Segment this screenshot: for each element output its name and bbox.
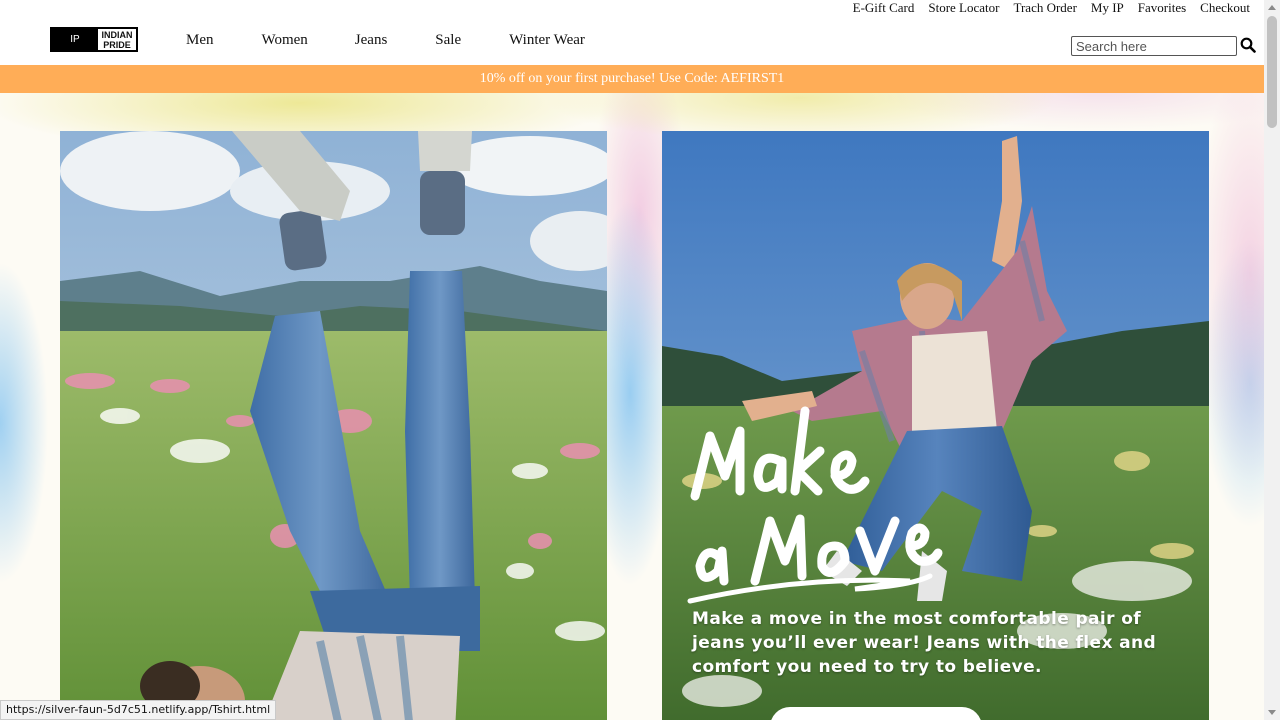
- scroll-thumb[interactable]: [1267, 16, 1277, 128]
- scroll-up-arrow-icon[interactable]: [1268, 5, 1276, 10]
- shop-now-button[interactable]: [770, 707, 982, 720]
- main-header: IP INDIAN PRIDE Men Women Jeans Sale Win…: [0, 18, 1264, 65]
- nav-item-sale[interactable]: Sale: [435, 32, 461, 49]
- nav-item-winter-wear[interactable]: Winter Wear: [509, 32, 585, 49]
- hero-promo-copy: Make a move in the most comfortable pair…: [692, 609, 1157, 677]
- status-bar-url: https://silver-faun-5d7c51.netlify.app/T…: [0, 700, 277, 720]
- nav-item-jeans[interactable]: Jeans: [355, 32, 388, 49]
- nav-item-women[interactable]: Women: [262, 32, 308, 49]
- store-locator-link[interactable]: Store Locator: [928, 0, 999, 18]
- handstand-photo: [60, 131, 607, 720]
- scroll-down-arrow-icon[interactable]: [1268, 710, 1276, 715]
- utility-links: E-Gift Card Store Locator Trach Order My…: [853, 0, 1250, 18]
- hero-image-left[interactable]: [60, 131, 607, 720]
- page-scrollbar[interactable]: [1264, 0, 1280, 720]
- track-order-link[interactable]: Trach Order: [1013, 0, 1076, 18]
- logo-mark: IP: [52, 29, 98, 50]
- my-ip-link[interactable]: My IP: [1091, 0, 1124, 18]
- search-icon[interactable]: [1240, 37, 1256, 53]
- logo-line-2: PRIDE: [103, 39, 131, 50]
- hero-image-right[interactable]: Make a move in the most comfortable pair…: [662, 131, 1209, 720]
- logo-line-1: INDIAN: [101, 29, 133, 40]
- make-a-move-headline: [687, 406, 943, 604]
- promo-banner: 10% off on your first purchase! Use Code…: [0, 65, 1264, 93]
- main-nav: Men Women Jeans Sale Winter Wear: [186, 32, 585, 49]
- search-input[interactable]: [1071, 36, 1237, 56]
- nav-item-men[interactable]: Men: [186, 32, 214, 49]
- logo-text: INDIAN PRIDE: [98, 29, 136, 50]
- egift-card-link[interactable]: E-Gift Card: [853, 0, 915, 18]
- logo[interactable]: IP INDIAN PRIDE: [50, 27, 138, 52]
- checkout-link[interactable]: Checkout: [1200, 0, 1250, 18]
- favorites-link[interactable]: Favorites: [1138, 0, 1186, 18]
- hero-section: Make a move in the most comfortable pair…: [0, 93, 1264, 720]
